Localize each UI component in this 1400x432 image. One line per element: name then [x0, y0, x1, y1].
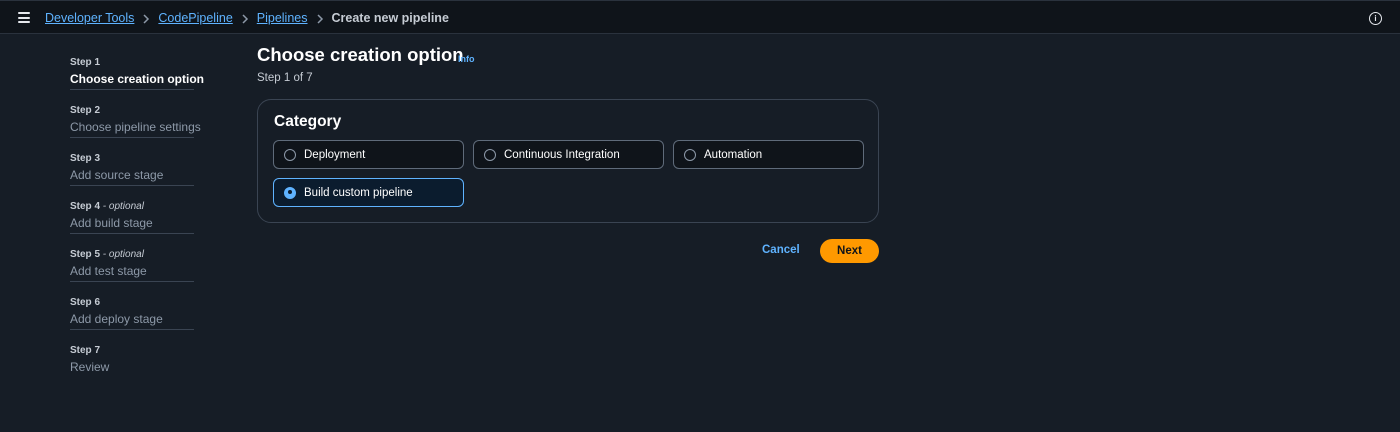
step-number: Step 7: [70, 345, 101, 356]
step-number: Step 5 - optional: [70, 249, 144, 260]
step-label: Add test stage: [70, 264, 147, 278]
chevron-right-icon: [238, 11, 252, 25]
step-number: Step 6: [70, 297, 101, 308]
breadcrumb-current: Create new pipeline: [331, 11, 449, 25]
cancel-button[interactable]: Cancel: [762, 244, 800, 256]
page-title: Choose creation option: [257, 44, 464, 65]
step-label: Choose creation option: [70, 72, 205, 86]
step-number: Step 3: [70, 153, 101, 164]
step-5: Step 5 - optional Add test stage: [70, 244, 194, 282]
radio-selected-icon[interactable]: [284, 186, 296, 199]
chevron-right-icon: [313, 11, 327, 25]
step-label: Add source stage: [70, 168, 164, 182]
breadcrumb-pipelines[interactable]: Pipelines: [257, 11, 308, 25]
radio-icon[interactable]: [284, 148, 296, 161]
step-label: Add build stage: [70, 216, 153, 230]
step-label: Choose pipeline settings: [70, 120, 201, 134]
step-2: Step 2 Choose pipeline settings: [70, 100, 201, 138]
step-1: Step 1 Choose creation option: [70, 52, 205, 90]
radio-icon[interactable]: [684, 148, 696, 161]
breadcrumb: Developer Tools CodePipeline Pipelines C…: [45, 1, 449, 35]
option-label: Deployment: [304, 148, 366, 161]
info-circle-icon[interactable]: i: [1369, 12, 1382, 25]
step-number: Step 2: [70, 105, 101, 116]
wizard-steps: Step 1 Choose creation option Step 2 Cho…: [70, 52, 205, 388]
option-label: Automation: [704, 148, 763, 161]
category-title: Category: [274, 113, 342, 130]
breadcrumb-developer-tools[interactable]: Developer Tools: [45, 11, 134, 25]
next-button[interactable]: Next: [820, 239, 879, 263]
step-7: Step 7 Review: [70, 340, 194, 378]
option-deployment[interactable]: Deployment: [273, 140, 464, 169]
step-4: Step 4 - optional Add build stage: [70, 196, 194, 234]
option-automation[interactable]: Automation: [673, 140, 864, 169]
radio-icon[interactable]: [484, 148, 496, 161]
step-number: Step 4 - optional: [70, 201, 144, 212]
step-count: Step 1 of 7: [257, 72, 313, 84]
info-link[interactable]: Info: [458, 54, 475, 64]
option-continuous-integration[interactable]: Continuous Integration: [473, 140, 664, 169]
step-number: Step 1: [70, 57, 101, 68]
hamburger-menu-icon[interactable]: [18, 12, 30, 23]
step-label: Review: [70, 360, 110, 374]
category-container: Category Deployment Continuous Integrati…: [257, 99, 879, 223]
step-6: Step 6 Add deploy stage: [70, 292, 194, 330]
option-build-custom-pipeline[interactable]: Build custom pipeline: [273, 178, 464, 207]
step-label: Add deploy stage: [70, 312, 163, 326]
option-label: Continuous Integration: [504, 148, 620, 161]
step-3: Step 3 Add source stage: [70, 148, 194, 186]
top-navigation-bar: Developer Tools CodePipeline Pipelines C…: [0, 0, 1400, 34]
chevron-right-icon: [139, 11, 153, 25]
breadcrumb-codepipeline[interactable]: CodePipeline: [158, 11, 232, 25]
option-label: Build custom pipeline: [304, 186, 413, 199]
